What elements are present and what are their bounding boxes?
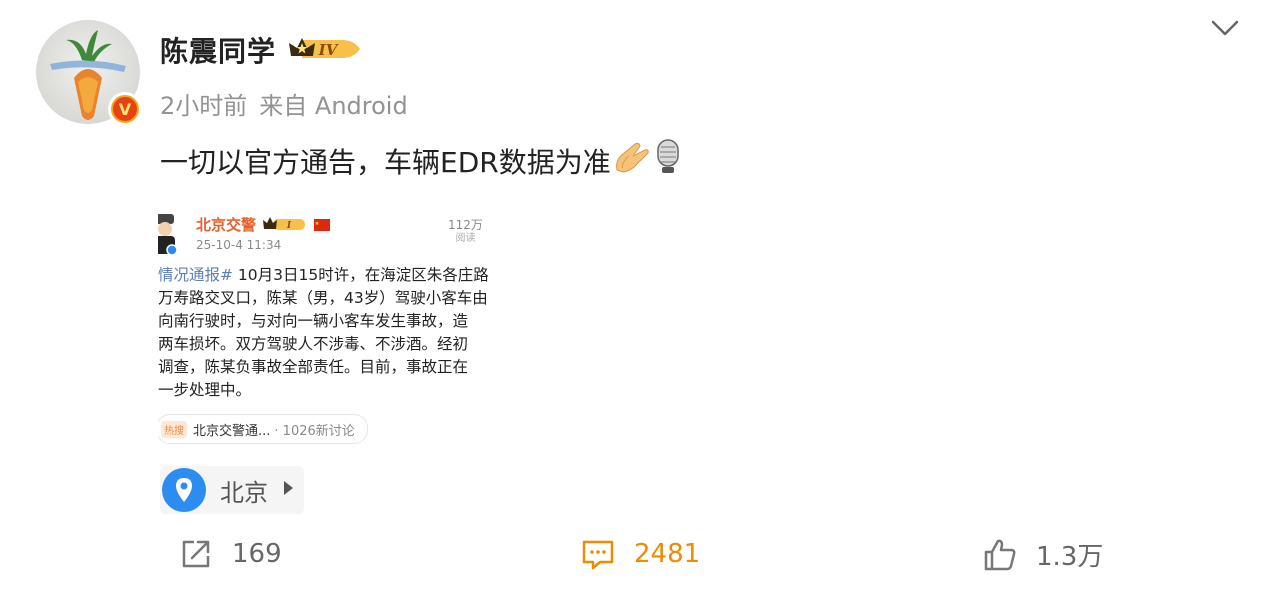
embedded-reads: 112万 阅读 — [448, 218, 483, 244]
embedded-line: 情况通报# 10月3日15时许，在海淀区朱各庄路 — [158, 266, 489, 284]
verified-v-icon: V — [113, 97, 137, 121]
post-source: 来自 Android — [259, 92, 408, 120]
embedded-avatar — [158, 212, 178, 256]
repost-icon — [182, 540, 210, 568]
username[interactable]: 陈震同学 — [160, 30, 276, 70]
caret-right-icon — [282, 480, 294, 500]
location-tag[interactable]: 北京 — [160, 466, 304, 514]
comment-icon — [582, 540, 614, 570]
embedded-line: 两车损坏。双方驾驶人不涉毒、不涉酒。经初 — [158, 335, 469, 353]
embedded-crown-badge-icon: I — [263, 217, 306, 231]
svg-text:IV: IV — [318, 41, 339, 59]
thumbs-up-icon — [984, 539, 1016, 570]
embedded-line: 一步处理中。 — [158, 381, 252, 399]
embedded-topic-chip: 热搜 北京交警通... · 1026新讨论 — [158, 414, 368, 444]
repost-count: 169 — [232, 539, 282, 569]
location-label: 北京 — [220, 478, 268, 507]
crown-level-icon: IV — [289, 38, 360, 59]
post-meta: 2小时前 来自 Android — [160, 86, 408, 121]
repost-button[interactable]: 169 — [178, 536, 282, 572]
post-image[interactable]: 北京交警 I 25-10-4 11:34 112万 阅读 情况通报# 10月3日… — [158, 204, 496, 450]
hands-pressed-emoji — [613, 140, 651, 181]
embedded-body-text: 情况通报# 10月3日15时许，在海淀区朱各庄路 万寿路交叉口，陈某（男，43岁… — [158, 264, 496, 402]
embedded-account-name: 北京交警 I — [196, 214, 331, 235]
embedded-line: 向南行驶时，与对向一辆小客车发生事故，造 — [158, 312, 469, 330]
post-time: 2小时前 — [160, 92, 248, 120]
embedded-line: 万寿路交叉口，陈某（男，43岁）驾驶小客车由 — [158, 289, 488, 307]
china-flag-icon — [314, 219, 331, 231]
embedded-topic-count: · 1026新讨论 — [274, 423, 355, 439]
police-avatar-icon — [158, 214, 178, 256]
embedded-topic-name: 北京交警通... — [193, 423, 271, 439]
verified-badge: V — [108, 92, 142, 126]
comment-count: 2481 — [634, 539, 701, 569]
user-level-badge[interactable]: IV — [288, 34, 366, 68]
post-text-content: 一切以官方通告，车辆EDR数据为准 — [160, 145, 611, 179]
more-options-button[interactable] — [1210, 18, 1240, 42]
post-text: 一切以官方通告，车辆EDR数据为准 — [160, 138, 683, 183]
like-count: 1.3万 — [1036, 542, 1104, 572]
like-button[interactable]: 1.3万 — [982, 536, 1103, 573]
comment-button[interactable]: 2481 — [580, 536, 700, 572]
embedded-timestamp: 25-10-4 11:34 — [196, 238, 282, 252]
user-avatar[interactable]: V — [36, 20, 142, 126]
embedded-line: 调查，陈某负事故全部责任。目前，事故正在 — [158, 358, 469, 376]
location-pin-icon — [162, 468, 206, 512]
microphone-emoji — [653, 138, 683, 183]
embedded-topic-tag: 热搜 — [161, 420, 187, 438]
svg-text:I: I — [286, 221, 292, 231]
chevron-down-icon — [1211, 20, 1239, 36]
